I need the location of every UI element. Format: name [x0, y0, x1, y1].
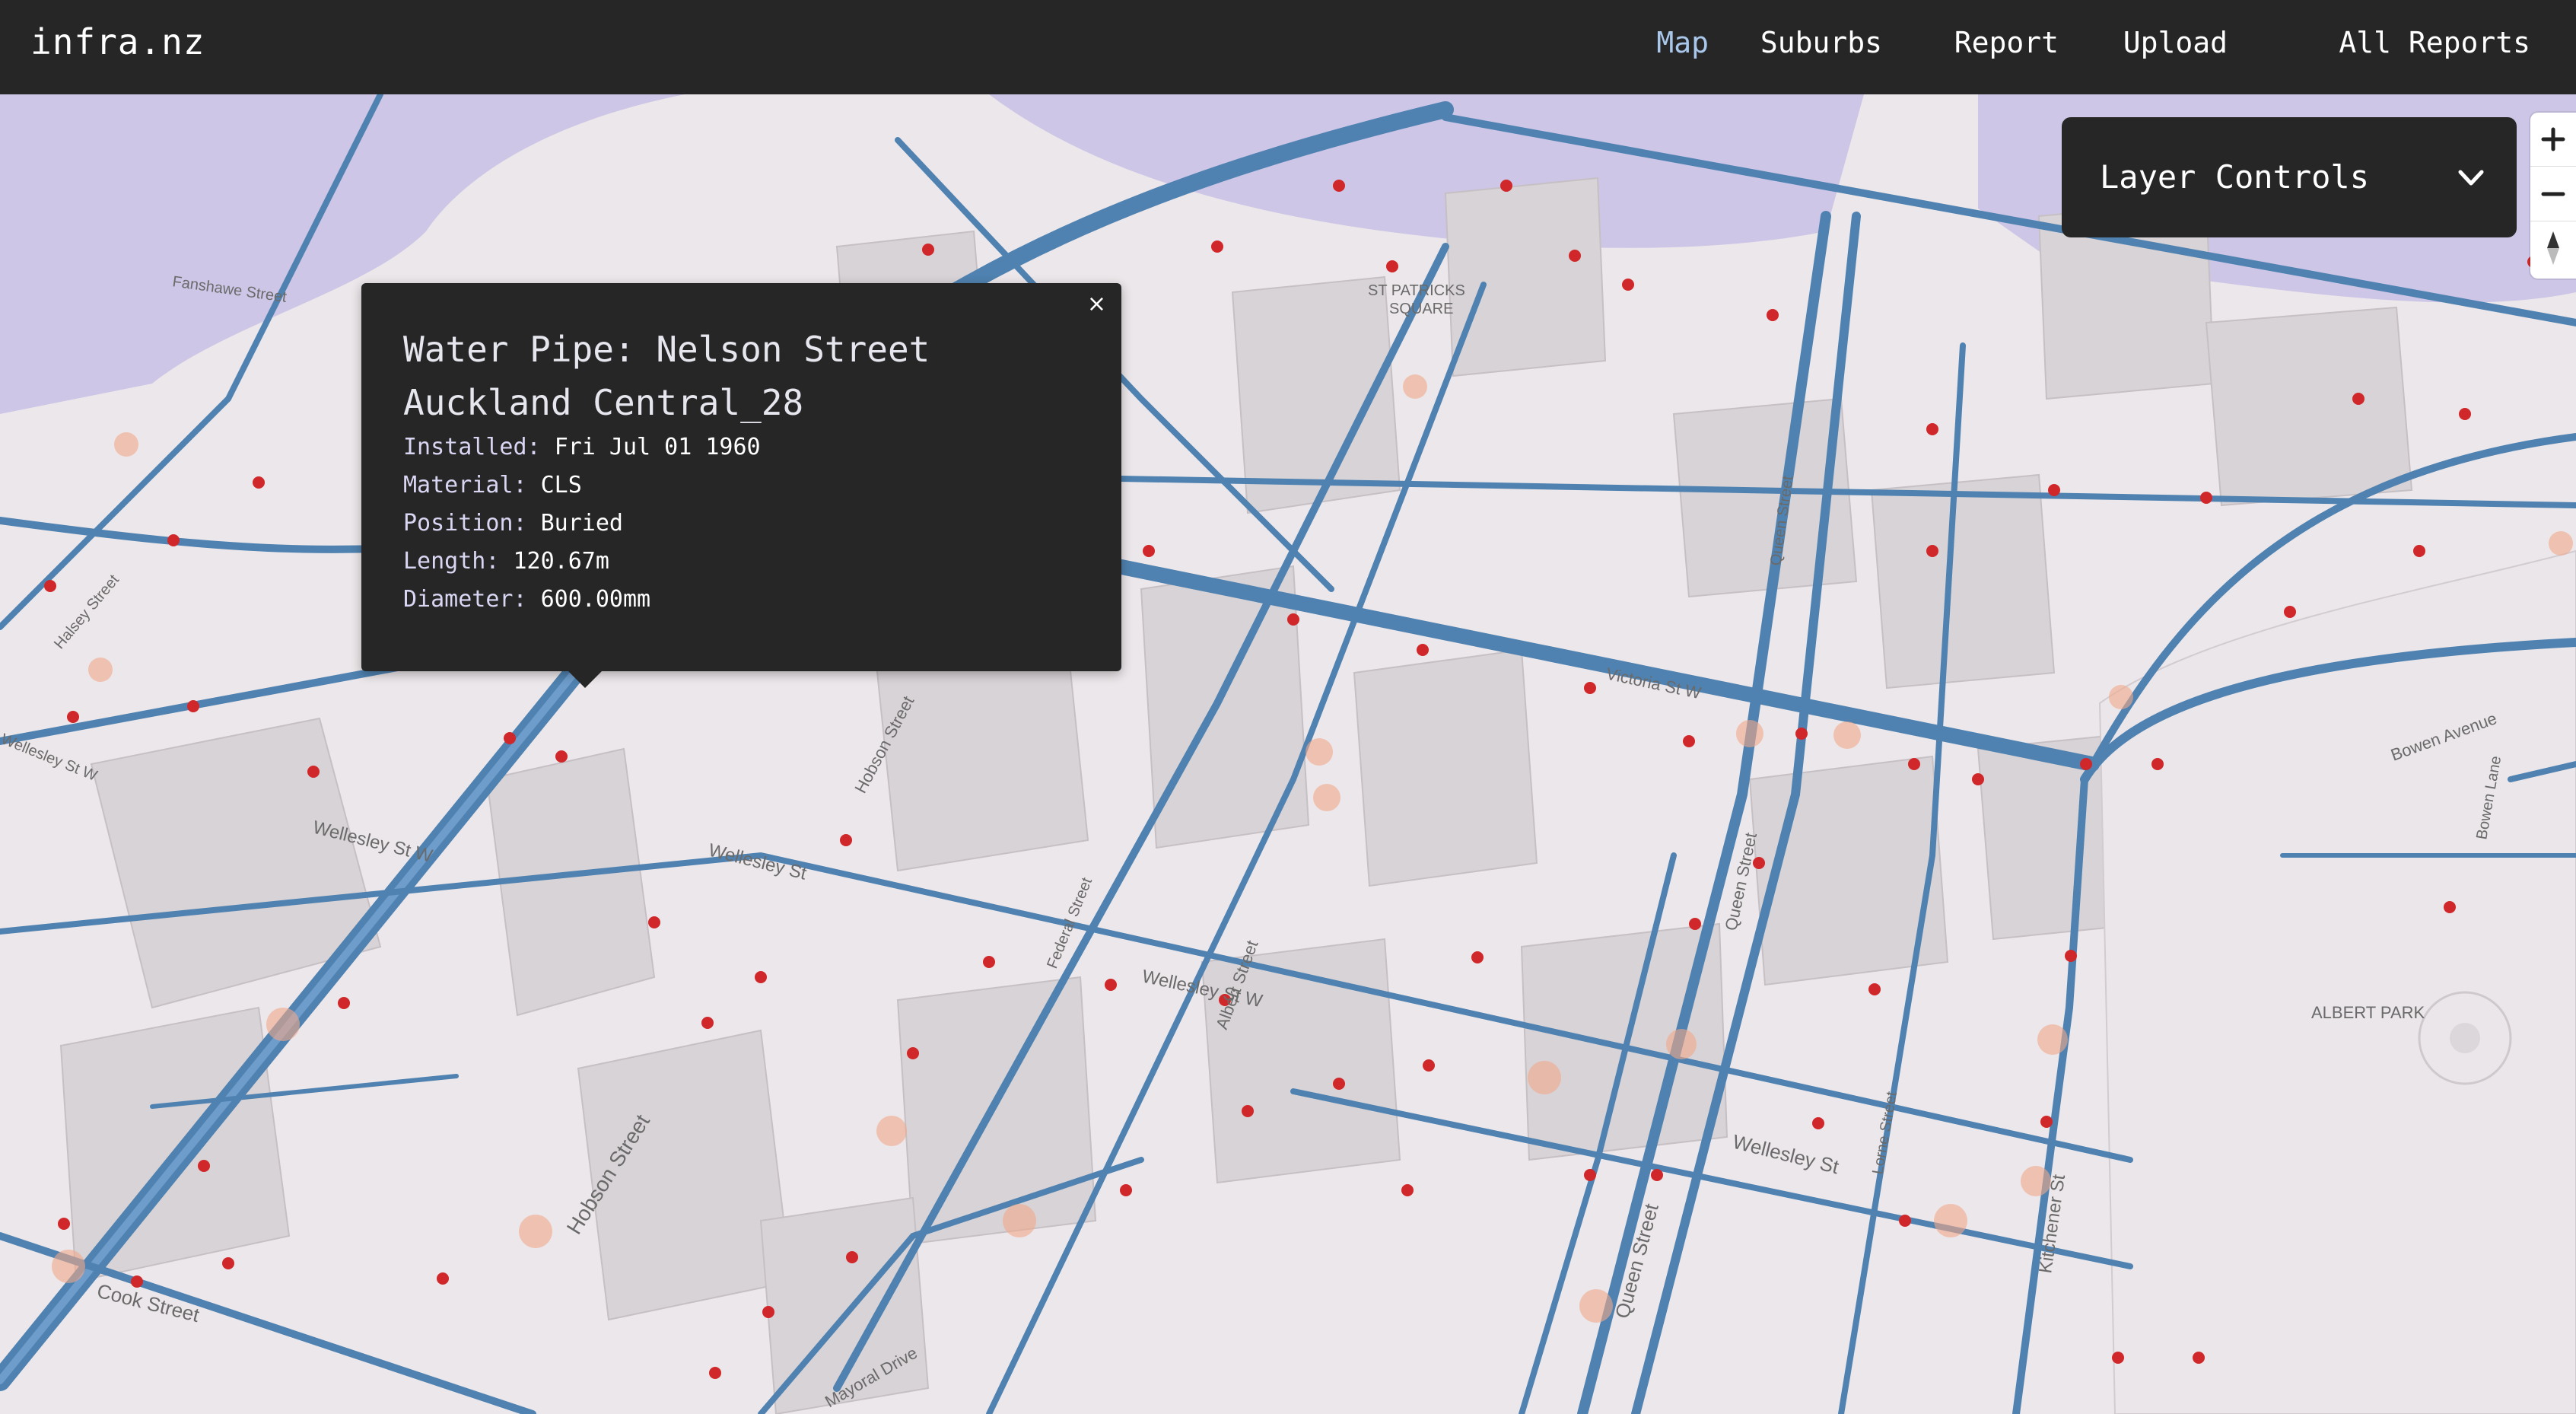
- park-area: [2098, 549, 2576, 1414]
- popup-key: Length:: [403, 548, 500, 575]
- map-zoom-controls: [2530, 113, 2576, 279]
- popup-row-installed: Installed: Fri Jul 01 1960: [403, 434, 761, 472]
- nav-item-report[interactable]: Report: [1954, 26, 2059, 59]
- popup-key: Material:: [403, 472, 527, 498]
- popup-value: CLS: [540, 472, 582, 498]
- pipe-info-popup: × Water Pipe: Nelson Street Auckland Cen…: [361, 283, 1121, 688]
- nav-item-suburbs[interactable]: Suburbs: [1760, 26, 1882, 59]
- popup-title: Water Pipe: Nelson Street Auckland Centr…: [403, 329, 930, 423]
- compass-button[interactable]: [2530, 222, 2576, 275]
- top-navigation-bar: infra.nz Map Suburbs Report Upload All R…: [0, 0, 2576, 94]
- popup-value: Fri Jul 01 1960: [554, 434, 761, 460]
- nav-item-all-reports[interactable]: All Reports: [2339, 26, 2530, 59]
- nav-item-map[interactable]: Map: [1656, 26, 1709, 59]
- popup-row-length: Length: 120.67m: [403, 548, 761, 586]
- popup-row-diameter: Diameter: 600.00mm: [403, 586, 761, 624]
- popup-key: Position:: [403, 510, 527, 537]
- map-label-st-patricks-line1: ST PATRICKS: [1368, 282, 1465, 299]
- popup-value: 120.67m: [513, 548, 609, 575]
- popup-close-button[interactable]: ×: [1087, 291, 1106, 317]
- compass-icon: [2547, 231, 2559, 265]
- popup-attributes: Installed: Fri Jul 01 1960 Material: CLS…: [403, 434, 761, 624]
- zoom-in-button[interactable]: [2530, 113, 2576, 167]
- popup-value: Buried: [540, 510, 623, 537]
- minus-icon: [2541, 192, 2565, 196]
- zoom-out-button[interactable]: [2530, 167, 2576, 221]
- map-label-albert-park: ALBERT PARK: [2311, 1003, 2425, 1022]
- plus-icon: [2541, 127, 2565, 151]
- popup-key: Installed:: [403, 434, 541, 460]
- popup-pointer: [567, 670, 603, 688]
- layer-controls-label: Layer Controls: [2100, 158, 2370, 196]
- chevron-down-icon: [2458, 170, 2484, 186]
- popup-row-material: Material: CLS: [403, 472, 761, 510]
- popup-row-position: Position: Buried: [403, 510, 761, 548]
- layer-controls-toggle[interactable]: Layer Controls: [2062, 117, 2517, 237]
- nav-item-upload[interactable]: Upload: [2123, 26, 2228, 59]
- popup-key: Diameter:: [403, 586, 527, 613]
- brand-logo[interactable]: infra.nz: [30, 21, 205, 62]
- map-label-st-patricks-line2: SQUARE: [1389, 301, 1453, 317]
- popup-value: 600.00mm: [540, 586, 651, 613]
